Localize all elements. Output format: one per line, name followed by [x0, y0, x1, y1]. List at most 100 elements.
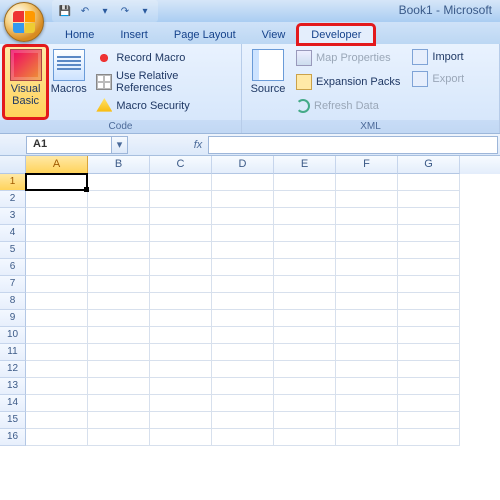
cell[interactable]: [398, 225, 460, 242]
cell[interactable]: [88, 344, 150, 361]
cell[interactable]: [150, 276, 212, 293]
name-box-dropdown[interactable]: ▾: [112, 136, 128, 154]
cell[interactable]: [26, 225, 88, 242]
cell[interactable]: [150, 412, 212, 429]
cell[interactable]: [26, 395, 88, 412]
import-button[interactable]: Import: [410, 46, 466, 68]
column-header[interactable]: D: [212, 156, 274, 174]
redo-icon[interactable]: ↷: [118, 4, 132, 18]
cell[interactable]: [88, 208, 150, 225]
cell[interactable]: [212, 259, 274, 276]
tab-developer[interactable]: Developer: [298, 25, 374, 44]
cell[interactable]: [150, 361, 212, 378]
cell[interactable]: [212, 293, 274, 310]
cell[interactable]: [26, 174, 88, 191]
office-button[interactable]: [4, 2, 44, 42]
cell[interactable]: [212, 242, 274, 259]
refresh-data-button[interactable]: Refresh Data: [294, 95, 402, 117]
cell[interactable]: [212, 378, 274, 395]
row-header[interactable]: 11: [0, 344, 26, 361]
cell[interactable]: [274, 344, 336, 361]
cell[interactable]: [398, 276, 460, 293]
cell[interactable]: [150, 242, 212, 259]
insert-function-button[interactable]: fx: [188, 139, 208, 151]
column-header[interactable]: B: [88, 156, 150, 174]
column-header[interactable]: G: [398, 156, 460, 174]
row-header[interactable]: 5: [0, 242, 26, 259]
cell[interactable]: [88, 361, 150, 378]
cell[interactable]: [212, 344, 274, 361]
cell[interactable]: [88, 225, 150, 242]
cell[interactable]: [26, 412, 88, 429]
cell[interactable]: [212, 361, 274, 378]
cell[interactable]: [398, 395, 460, 412]
row-header[interactable]: 1: [0, 174, 26, 191]
cell[interactable]: [26, 378, 88, 395]
row-header[interactable]: 13: [0, 378, 26, 395]
cell[interactable]: [274, 412, 336, 429]
cell[interactable]: [336, 344, 398, 361]
cell[interactable]: [398, 429, 460, 446]
row-header[interactable]: 15: [0, 412, 26, 429]
row-header[interactable]: 3: [0, 208, 26, 225]
cell[interactable]: [336, 412, 398, 429]
cell[interactable]: [336, 208, 398, 225]
cell[interactable]: [88, 191, 150, 208]
tab-page-layout[interactable]: Page Layout: [161, 25, 249, 44]
cell[interactable]: [26, 208, 88, 225]
cell[interactable]: [274, 361, 336, 378]
cell[interactable]: [212, 310, 274, 327]
cell[interactable]: [274, 327, 336, 344]
cell[interactable]: [150, 378, 212, 395]
row-header[interactable]: 9: [0, 310, 26, 327]
cell[interactable]: [212, 395, 274, 412]
cell[interactable]: [398, 208, 460, 225]
qat-dropdown-icon[interactable]: ▾: [98, 4, 112, 18]
formula-bar[interactable]: [208, 136, 498, 154]
tab-home[interactable]: Home: [52, 25, 107, 44]
cell[interactable]: [336, 378, 398, 395]
cell[interactable]: [212, 225, 274, 242]
macros-button[interactable]: Macros: [47, 46, 90, 118]
cell[interactable]: [212, 429, 274, 446]
expansion-packs-button[interactable]: Expansion Packs: [294, 71, 402, 93]
cell[interactable]: [26, 361, 88, 378]
column-header[interactable]: F: [336, 156, 398, 174]
cell[interactable]: [336, 225, 398, 242]
cell[interactable]: [150, 293, 212, 310]
cell[interactable]: [274, 259, 336, 276]
cell[interactable]: [88, 429, 150, 446]
row-header[interactable]: 16: [0, 429, 26, 446]
cell[interactable]: [336, 276, 398, 293]
cell[interactable]: [150, 191, 212, 208]
row-header[interactable]: 8: [0, 293, 26, 310]
column-header[interactable]: A: [26, 156, 88, 174]
cell[interactable]: [150, 259, 212, 276]
tab-insert[interactable]: Insert: [107, 25, 161, 44]
cell[interactable]: [274, 310, 336, 327]
cell[interactable]: [336, 259, 398, 276]
cell[interactable]: [336, 242, 398, 259]
cell[interactable]: [274, 293, 336, 310]
cell[interactable]: [26, 429, 88, 446]
cell[interactable]: [398, 344, 460, 361]
cell[interactable]: [150, 208, 212, 225]
cell[interactable]: [336, 191, 398, 208]
macro-security-button[interactable]: Macro Security: [94, 95, 237, 117]
row-header[interactable]: 10: [0, 327, 26, 344]
tab-view[interactable]: View: [249, 25, 299, 44]
name-box[interactable]: A1: [26, 136, 112, 154]
use-relative-references-button[interactable]: Use Relative References: [94, 71, 237, 93]
row-header[interactable]: 12: [0, 361, 26, 378]
cell[interactable]: [26, 344, 88, 361]
cell[interactable]: [274, 208, 336, 225]
cell[interactable]: [398, 378, 460, 395]
row-header[interactable]: 4: [0, 225, 26, 242]
cell[interactable]: [150, 395, 212, 412]
cell[interactable]: [336, 361, 398, 378]
cell[interactable]: [88, 378, 150, 395]
cell[interactable]: [88, 276, 150, 293]
cell[interactable]: [88, 259, 150, 276]
cell[interactable]: [212, 191, 274, 208]
source-button[interactable]: Source: [246, 46, 290, 118]
